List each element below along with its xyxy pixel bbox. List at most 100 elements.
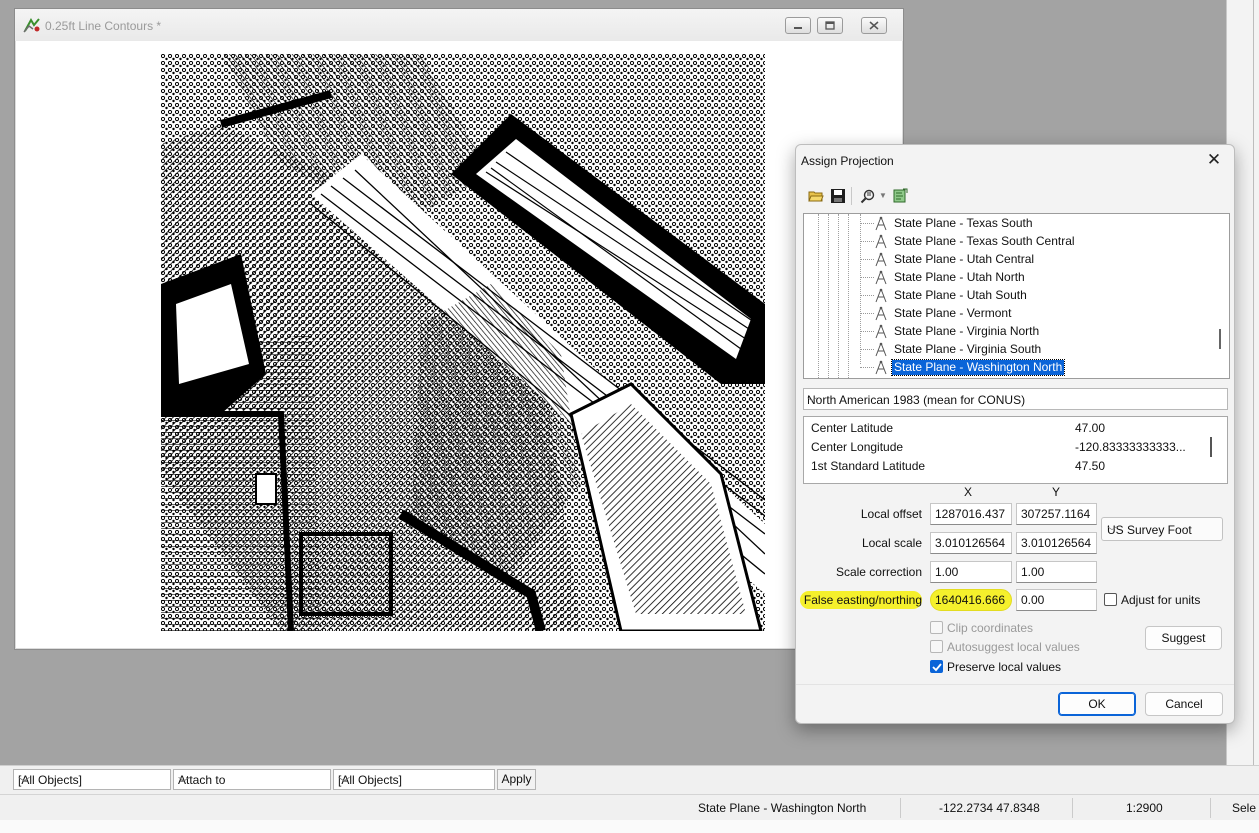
projection-compass-icon xyxy=(875,324,887,339)
local-offset-x-field[interactable]: 1287016.437 xyxy=(930,503,1012,525)
projection-tree[interactable]: State Plane - Texas South State Plane - … xyxy=(803,213,1230,379)
maximize-icon xyxy=(825,21,835,30)
local-scale-x-field[interactable]: 3.010126564 xyxy=(930,532,1012,554)
tree-item-label: State Plane - Utah South xyxy=(894,288,1027,302)
status-selection: Sele xyxy=(1232,801,1257,815)
scale-correction-label: Scale correction xyxy=(835,565,922,579)
chevron-down-icon: ﹀ xyxy=(1107,527,1117,538)
dialog-title: Assign Projection xyxy=(801,154,894,168)
units-select[interactable]: US Survey Foot ﹀ xyxy=(1101,517,1223,541)
minimize-icon xyxy=(794,27,802,29)
save-icon[interactable] xyxy=(830,188,846,204)
tree-guide xyxy=(848,214,849,378)
false-northing-field[interactable]: 0.00 xyxy=(1016,589,1097,611)
attach-to-select[interactable]: Attach to ﹀ xyxy=(173,769,331,790)
tree-item-label: State Plane - Texas South xyxy=(894,216,1033,230)
local-scale-label: Local scale xyxy=(861,536,922,550)
parameter-row[interactable]: Center Latitude 47.00 xyxy=(811,420,1216,438)
contour-line-map[interactable] xyxy=(161,54,765,631)
open-folder-icon[interactable] xyxy=(808,188,824,204)
tree-scrollbar-thumb[interactable] xyxy=(1219,329,1221,349)
false-easting-northing-label: False easting/northing xyxy=(800,591,922,609)
bottom-strip xyxy=(0,820,1259,833)
dialog-footer-separator xyxy=(796,684,1234,685)
assign-projection-dialog[interactable]: Assign Projection ✕ ▼ State Plane - Texa… xyxy=(795,144,1235,724)
tree-item-label: State Plane - Vermont xyxy=(894,306,1012,320)
status-divider xyxy=(1210,798,1211,818)
tree-item-label: State Plane - Utah Central xyxy=(894,252,1035,266)
contour-layer-icon xyxy=(23,17,40,33)
projection-compass-icon xyxy=(875,306,887,321)
parameter-name: Center Latitude xyxy=(811,421,894,435)
parameter-name: 1st Standard Latitude xyxy=(811,459,926,473)
window-title: 0.25ft Line Contours * xyxy=(45,19,162,33)
projection-compass-icon xyxy=(875,342,887,357)
close-window-button[interactable] xyxy=(861,17,887,34)
adjust-for-units-checkbox[interactable] xyxy=(1104,593,1117,606)
status-projection: State Plane - Washington North xyxy=(698,801,867,815)
false-easting-field[interactable]: 1640416.666 xyxy=(930,589,1012,611)
preserve-local-values-label: Preserve local values xyxy=(947,660,1062,674)
column-header-y: Y xyxy=(1052,485,1061,499)
close-icon xyxy=(869,21,879,30)
parameter-value: -120.83333333333... xyxy=(1075,440,1186,454)
tree-item-label: State Plane - Utah North xyxy=(894,270,1025,284)
projection-compass-icon xyxy=(875,270,887,285)
minimize-button[interactable] xyxy=(785,17,811,34)
toolbar-separator xyxy=(851,187,852,205)
checkmark-icon xyxy=(932,663,942,672)
local-scale-y-field[interactable]: 3.010126564 xyxy=(1016,532,1097,554)
status-coordinates: -122.2734 47.8348 xyxy=(939,801,1040,815)
apply-button[interactable]: Apply xyxy=(497,769,536,790)
status-bar: State Plane - Washington North -122.2734… xyxy=(0,794,1259,821)
chevron-down-icon: ﹀ xyxy=(338,776,351,790)
parameters-scrollbar-thumb[interactable] xyxy=(1210,437,1212,457)
cancel-button[interactable]: Cancel xyxy=(1145,692,1223,716)
tree-guide xyxy=(828,214,829,378)
projection-compass-icon xyxy=(875,288,887,303)
parameter-row[interactable]: Center Longitude -120.83333333333... xyxy=(811,439,1216,457)
scale-correction-y-field[interactable]: 1.00 xyxy=(1016,561,1097,583)
scale-correction-x-field[interactable]: 1.00 xyxy=(930,561,1012,583)
dialog-close-button[interactable]: ✕ xyxy=(1201,149,1227,171)
tree-guide xyxy=(818,214,819,378)
clip-coordinates-checkbox[interactable] xyxy=(930,621,943,634)
target-objects-select[interactable]: [All Objects] ﹀ xyxy=(333,769,495,790)
autosuggest-checkbox[interactable] xyxy=(930,640,943,653)
tree-guide xyxy=(860,214,861,364)
projection-parameters-list[interactable]: Center Latitude 47.00 Center Longitude -12… xyxy=(803,416,1228,484)
chevron-down-icon: ﹀ xyxy=(178,776,191,790)
projection-compass-icon xyxy=(875,216,887,231)
tree-item-label: State Plane - Washington North xyxy=(890,359,1066,376)
parameter-name: Center Longitude xyxy=(811,440,904,454)
objects-filter-select[interactable]: [All Objects] ﹀ xyxy=(13,769,171,790)
ok-button[interactable]: OK xyxy=(1058,692,1136,716)
autosuggest-label: Autosuggest local values xyxy=(947,640,1080,654)
tree-guide xyxy=(838,214,839,378)
projection-compass-icon xyxy=(875,252,887,267)
tree-item-label: State Plane - Virginia South xyxy=(894,342,1042,356)
column-header-x: X xyxy=(964,485,973,499)
chevron-down-icon: ﹀ xyxy=(18,776,31,790)
contour-map-window[interactable]: 0.25ft Line Contours * xyxy=(14,8,904,650)
parameter-value: 47.50 xyxy=(1075,459,1106,473)
datum-select[interactable]: North American 1983 (mean for CONUS) ﹀ xyxy=(803,388,1228,410)
globe-projection-icon[interactable] xyxy=(892,188,908,204)
status-scale[interactable]: 1:2900 xyxy=(1126,801,1163,815)
preserve-local-values-checkbox[interactable] xyxy=(930,660,943,673)
clip-coordinates-label: Clip coordinates xyxy=(947,621,1034,635)
parameter-value: 47.00 xyxy=(1075,421,1106,435)
map-canvas[interactable] xyxy=(21,43,895,643)
search-projection-icon[interactable] xyxy=(860,188,876,204)
maximize-button[interactable] xyxy=(817,17,843,34)
suggest-button[interactable]: Suggest xyxy=(1145,626,1222,650)
projection-compass-icon xyxy=(875,234,887,249)
status-divider xyxy=(1072,798,1073,818)
chevron-down-icon: ﹀ xyxy=(807,398,817,409)
parameter-row[interactable]: 1st Standard Latitude 47.50 xyxy=(811,458,1216,476)
local-offset-y-field[interactable]: 307257.1164 xyxy=(1016,503,1097,525)
tree-item-label: State Plane - Texas South Central xyxy=(894,234,1075,248)
window-titlebar[interactable]: 0.25ft Line Contours * xyxy=(15,9,903,41)
panel-edge xyxy=(1253,0,1254,765)
search-dropdown-chevron-icon[interactable]: ▼ xyxy=(879,191,887,200)
